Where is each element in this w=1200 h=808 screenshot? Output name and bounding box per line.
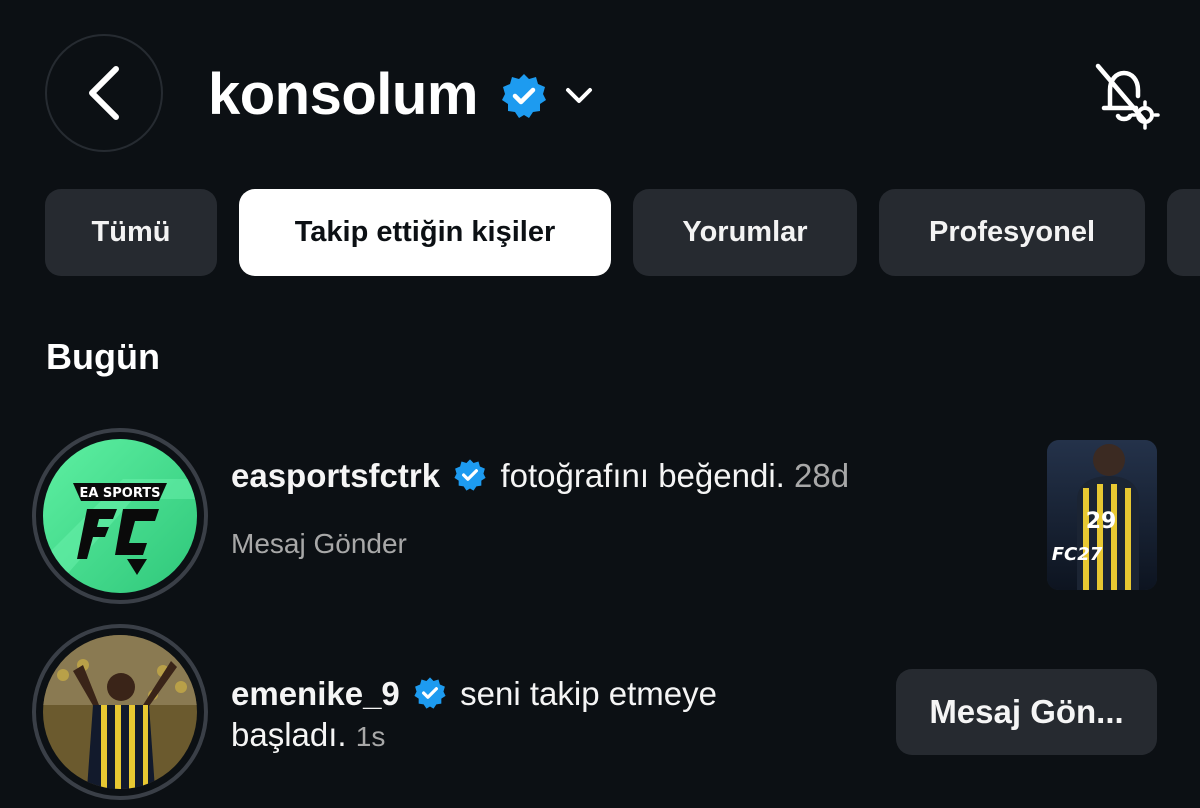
filter-tabs: Tümü Takip ettiğin kişiler Yorumlar Prof… bbox=[45, 189, 1200, 276]
tab-following[interactable]: Takip ettiğin kişiler bbox=[239, 189, 611, 276]
send-message-link[interactable]: Mesaj Gönder bbox=[231, 528, 407, 560]
notification-username[interactable]: easportsfctrk bbox=[231, 457, 440, 494]
account-username[interactable]: konsolum bbox=[208, 60, 478, 130]
back-button[interactable] bbox=[45, 34, 163, 152]
notification-text-line2: başladı. 1s bbox=[231, 715, 385, 757]
notification-text: emenike_9 seni takip etmeye bbox=[231, 674, 717, 714]
svg-text:29: 29 bbox=[1086, 509, 1117, 534]
post-thumbnail[interactable]: 29 FC27 bbox=[1047, 440, 1157, 590]
verified-badge-icon bbox=[454, 459, 486, 491]
chevron-down-icon[interactable] bbox=[563, 82, 595, 110]
tab-more[interactable] bbox=[1167, 189, 1200, 276]
notification-message: seni takip etmeye bbox=[460, 675, 717, 712]
ea-logo-text: EA SPORTS bbox=[79, 486, 160, 501]
notification-username[interactable]: emenike_9 bbox=[231, 675, 400, 712]
send-message-button[interactable]: Mesaj Gön... bbox=[896, 669, 1157, 755]
tab-all[interactable]: Tümü bbox=[45, 189, 217, 276]
fc27-cover-image: 29 FC27 bbox=[1047, 440, 1157, 590]
player-photo bbox=[43, 635, 197, 789]
notification-message-cont: başladı. bbox=[231, 716, 347, 753]
notification-settings-icon[interactable] bbox=[1088, 60, 1160, 132]
notification-text: easportsfctrk fotoğrafını beğendi. 28d bbox=[231, 456, 849, 496]
chevron-left-icon bbox=[89, 66, 119, 120]
tab-professional[interactable]: Profesyonel bbox=[879, 189, 1145, 276]
notification-time: 1s bbox=[355, 721, 386, 752]
avatar-easportsfctrk[interactable]: EA SPORTS bbox=[32, 428, 208, 604]
tab-comments[interactable]: Yorumlar bbox=[633, 189, 857, 276]
ea-sports-fc-logo: EA SPORTS bbox=[43, 439, 197, 593]
notification-message: fotoğrafını beğendi. bbox=[500, 457, 785, 494]
fc27-label: FC27 bbox=[1052, 544, 1103, 565]
verified-badge-icon bbox=[502, 74, 546, 118]
notification-time: 28d bbox=[794, 457, 850, 494]
avatar-emenike_9[interactable] bbox=[32, 624, 208, 800]
verified-badge-icon bbox=[414, 677, 446, 709]
section-title-today: Bugün bbox=[46, 336, 160, 377]
